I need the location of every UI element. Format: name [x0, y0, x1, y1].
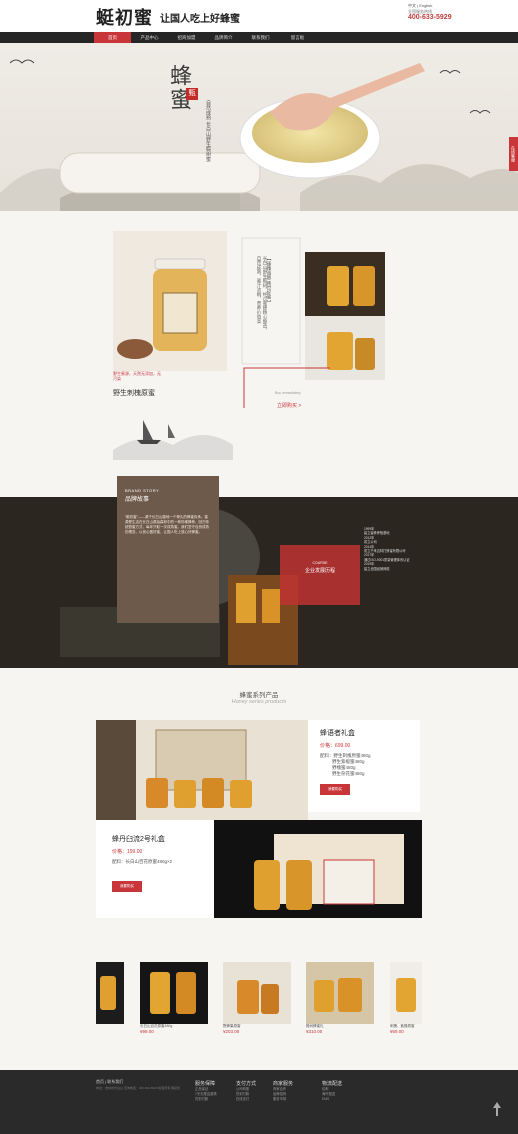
thumb-price: ¥203.00 [223, 1029, 240, 1034]
nav-item-products[interactable]: 产品中心 [131, 32, 168, 43]
product-name[interactable]: 蜂丹臼流2号礼盒 [112, 834, 198, 844]
boat-illustration [113, 420, 233, 460]
story-en-title: BRAND STORY [125, 488, 160, 493]
logo[interactable]: 蜓初蜜 [96, 4, 153, 30]
timeline-item: 建立全国经销网络 [364, 566, 390, 571]
desc-line: 野生杂花蜜480g [332, 771, 365, 776]
product-thumb[interactable]: 野蜂巢原蜜 ¥203.00 [223, 962, 291, 1034]
product-thumb[interactable]: 长白山百花原蜜480g ¥99.00 [140, 962, 208, 1034]
footer-col-item[interactable]: 在线支付 [236, 1097, 256, 1102]
gift-box-1-photo [96, 720, 308, 820]
footer-link-contact[interactable]: 联系我们 [107, 1079, 123, 1084]
thumb-image [140, 962, 208, 1024]
nav-item-brand[interactable]: 品牌简介 [205, 32, 242, 43]
gift-box-2-image[interactable] [214, 820, 422, 918]
ink-landscape [113, 400, 233, 460]
honey-jars-photo [305, 252, 385, 380]
footer-col-title: 物流配送 [322, 1081, 343, 1087]
nav-item-contact[interactable]: 联系我们 [242, 32, 279, 43]
brand-story-section [0, 497, 518, 668]
online-service-tab[interactable]: 在线客服 [509, 137, 518, 171]
banner-art [0, 59, 518, 211]
footer-col-title: 服务保障 [195, 1081, 216, 1087]
featured-name[interactable]: 野生刺槐原蜜 [113, 388, 155, 398]
course-zh: 企业发展历程 [304, 568, 335, 574]
thumb-image [306, 962, 374, 1024]
gift-box-1-image[interactable] [96, 720, 308, 820]
product-name[interactable]: 蜂语者礼盒 [320, 728, 408, 738]
featured-side-image[interactable] [305, 252, 385, 380]
timeline: 1999年 建立蜜蜂养殖基地 2012年 成立公司 2014年 成立千禾吉林打蜂… [364, 527, 434, 571]
product-price: 价格：699.00 [320, 743, 351, 749]
buy-caption: Buy immediately [275, 391, 301, 395]
footer-col-item[interactable]: 服务市场 [273, 1097, 293, 1102]
thumb-image [96, 962, 124, 1024]
footer-col: 商家服务 商家合作 品牌招商 服务市场 [273, 1080, 293, 1102]
gift-box-2-card: 蜂丹臼流2号礼盒 价格：199.00 配料：长白山百花原蜜480g×2 我要购买 [96, 820, 214, 918]
service-phone: 400-633-5929 [408, 14, 452, 21]
thumb-image [223, 962, 291, 1024]
back-to-top-icon[interactable] [492, 1102, 502, 1116]
footer-link-home[interactable]: 首页 [96, 1079, 104, 1084]
buy-button[interactable]: 我要购买 [112, 881, 142, 892]
slogan: 让国人吃上好蜂蜜 [160, 14, 240, 25]
featured-banner-text: 【 臻臻诚酿 韩世好蜜 】 [267, 256, 272, 305]
product-desc: 配料：野生刺槐原蜜480g 野生紫椴蜜480g 野槐蜜480g 野生杂花蜜480… [320, 753, 408, 777]
footer-info: 地址：吉林省长白山 咨询电话：400-633-5929 版权所有 蜓初蜜 [96, 1086, 181, 1090]
footer [0, 1070, 518, 1134]
product-price: 价格：199.00 [112, 849, 143, 855]
thumb-price: ¥69.00 [390, 1029, 404, 1034]
footer-col: 物流配送 包邮 海外配送 EMS [322, 1080, 342, 1102]
nav-item-home[interactable]: 首页 [94, 32, 131, 43]
footer-col-item[interactable]: 货到付款 [195, 1097, 217, 1102]
gift-box-1-card: 蜂语者礼盒 价格：699.00 配料：野生刺槐原蜜480g 野生紫椴蜜480g … [308, 720, 420, 812]
gift-box-2-photo [214, 820, 422, 918]
honey-jar-image [113, 231, 227, 371]
footer-col: 服务保障 正品保证 7天无理由退换 货到付款 [195, 1080, 217, 1102]
footer-col-item[interactable]: EMS [322, 1097, 342, 1102]
thumb-price: ¥99.00 [140, 1029, 154, 1034]
products-title: 蜂蜜系列产品 [239, 692, 279, 699]
story-zh-title: 品牌故事 [125, 497, 150, 503]
featured-subtitle: 野生蜜源，天然无添加，无污染 [113, 371, 161, 381]
thumb-price: ¥310.00 [306, 1029, 323, 1034]
main-nav: 首页 产品中心 招商加盟 品牌简介 联系我们 留言板 [0, 32, 518, 43]
banner-subtitle: 自然成熟 长白山野生椴树蜜 [205, 100, 211, 162]
product-thumb[interactable]: 椴树蜂蜜礼 ¥310.00 [306, 962, 374, 1034]
featured-product-image[interactable] [113, 231, 227, 371]
course-box: COURSE 企业发展历程 [280, 545, 360, 605]
footer-col-title: 商家服务 [273, 1081, 294, 1087]
buy-now-link[interactable]: 立即购买 > [277, 402, 301, 409]
footer-links: 首页 | 联系我们 [96, 1079, 124, 1084]
banner-seal: 甄 [186, 88, 198, 100]
footer-col: 支付方式 公司转账 货到付款 在线支付 [236, 1080, 256, 1102]
course-en: COURSE [312, 561, 328, 565]
story-body: “蜓初蜜”——源于长白山腹地一个神久的蜂蜜传承。蜜源是生活在长白山原始森林中的一… [125, 515, 209, 534]
product-desc: 配料：长白山百花原蜜480g×2 [112, 859, 173, 864]
beekeeper-photo [0, 497, 518, 668]
nav-item-guestbook[interactable]: 留言板 [279, 32, 316, 43]
buy-button[interactable]: 我要购买 [320, 784, 350, 795]
nav-item-franchise[interactable]: 招商加盟 [168, 32, 205, 43]
footer-col-title: 支付方式 [236, 1081, 257, 1087]
product-thumb[interactable]: 刺槐、紫椴原蜜 ¥69.00 [390, 962, 422, 1034]
products-en-title: Honey series products [231, 699, 287, 705]
thumb-image [390, 962, 422, 1024]
hero-banner[interactable] [0, 43, 518, 211]
brand-story-card: BRAND STORY 品牌故事 “蜓初蜜”——源于长白山腹地一个神久的蜂蜜传承… [117, 476, 219, 623]
thumb-partial-left[interactable] [96, 962, 124, 1024]
